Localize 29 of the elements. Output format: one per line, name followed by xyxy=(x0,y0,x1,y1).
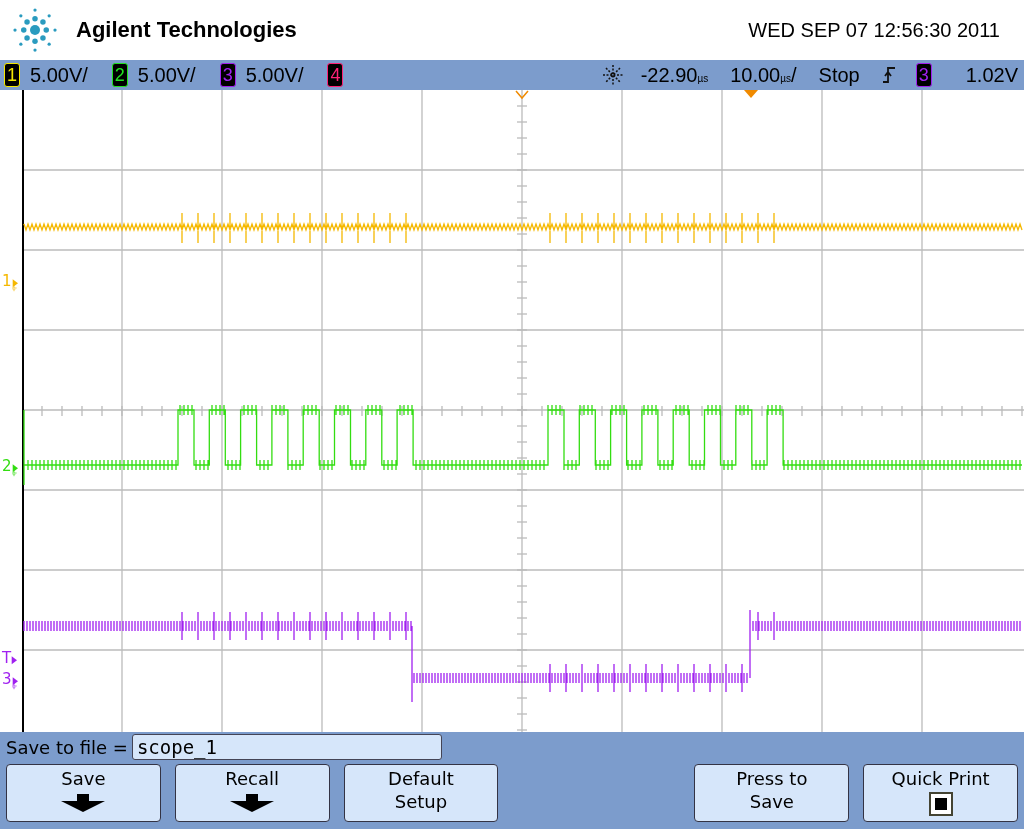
run-state: Stop xyxy=(818,63,860,87)
softkey-button[interactable]: Recall xyxy=(174,764,330,822)
channel-number[interactable]: 4 xyxy=(327,63,344,87)
marker-label: 3 xyxy=(2,671,12,687)
marker-label: 2 xyxy=(2,458,12,474)
softkey-button[interactable]: Default Setup xyxy=(343,764,499,822)
brand-name: Agilent Technologies xyxy=(76,17,297,43)
softkey-button[interactable]: Press to Save xyxy=(694,764,850,822)
channel-scale: 5.00V/ xyxy=(137,63,196,87)
checkbox[interactable] xyxy=(928,792,953,816)
marker-label: T xyxy=(2,650,12,666)
delay-value: -22.90µs xyxy=(640,63,709,87)
channel-scale: 5.00V/ xyxy=(245,63,304,87)
trigger-channel[interactable]: 3 xyxy=(915,63,932,87)
save-to-file-label: Save to file = xyxy=(6,736,128,758)
marker-label: 1 xyxy=(2,273,12,289)
date-time: WED SEP 07 12:56:30 2011 xyxy=(748,18,1000,42)
channel-number[interactable]: 3 xyxy=(219,63,236,87)
timebase-value: 10.00µs/ xyxy=(730,63,797,87)
softkey-button[interactable]: Save xyxy=(6,764,161,822)
channel-number[interactable]: 2 xyxy=(111,63,128,87)
trigger-level: 1.02V xyxy=(965,63,1018,87)
delay-icon xyxy=(600,63,625,87)
channel-scale: 5.00V/ xyxy=(30,63,88,87)
rising-edge-icon xyxy=(881,65,896,85)
channel-number[interactable]: 1 xyxy=(4,63,20,87)
delay-marker-icon xyxy=(515,90,529,100)
softkey-button[interactable]: Quick Print xyxy=(863,764,1018,822)
file-name-field[interactable]: scope_1 xyxy=(131,734,442,760)
